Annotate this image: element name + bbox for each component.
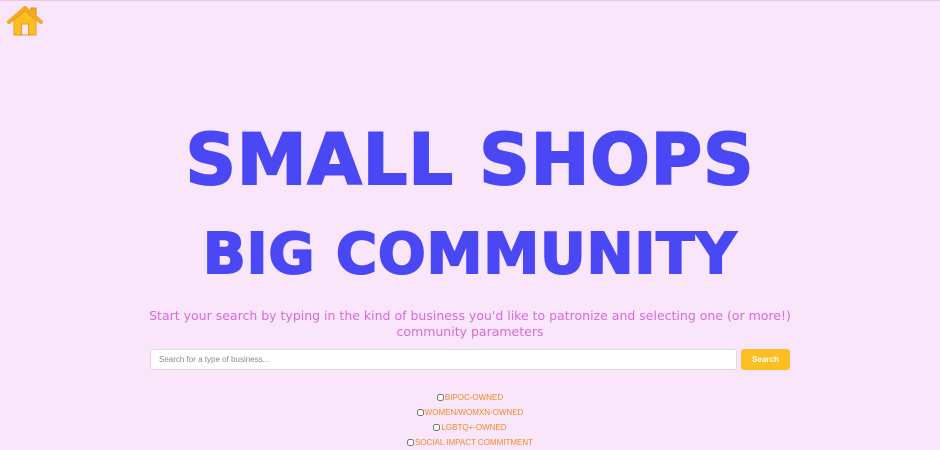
filter-social-impact-checkbox[interactable] xyxy=(406,439,414,446)
filter-social-impact[interactable]: SOCIAL IMPACT COMMITMENT xyxy=(0,435,940,450)
filter-lgbtq-owned[interactable]: LGBTQ+-OWNED xyxy=(0,420,940,435)
filter-label: BIPOC-OWNED xyxy=(444,393,504,402)
search-instructions: Start your search by typing in the kind … xyxy=(149,308,791,339)
filter-label: LGBTQ+-OWNED xyxy=(441,423,507,432)
filter-lgbtq-owned-checkbox[interactable] xyxy=(433,424,441,431)
page: SMALL SHOPS BIG COMMUNITY Start your sea… xyxy=(0,0,940,450)
filter-label: WOMEN/WOMXN-OWNED xyxy=(424,408,524,417)
home-icon xyxy=(7,6,43,36)
hero-title-line1: SMALL SHOPS xyxy=(184,119,755,201)
filter-women-owned-checkbox[interactable] xyxy=(416,409,424,416)
filter-bipoc-owned[interactable]: BIPOC-OWNED xyxy=(0,390,940,405)
search-bar: Search xyxy=(150,349,790,370)
hero-title-line2: BIG COMMUNITY xyxy=(202,222,738,287)
filter-women-owned[interactable]: WOMEN/WOMXN-OWNED xyxy=(0,405,940,420)
community-filters: BIPOC-OWNED WOMEN/WOMXN-OWNED LGBTQ+-OWN… xyxy=(0,390,940,450)
filter-bipoc-owned-checkbox[interactable] xyxy=(436,394,444,401)
search-input[interactable] xyxy=(150,349,737,370)
filter-label: SOCIAL IMPACT COMMITMENT xyxy=(414,438,534,447)
home-button[interactable] xyxy=(7,5,43,37)
search-button[interactable]: Search xyxy=(741,349,790,370)
